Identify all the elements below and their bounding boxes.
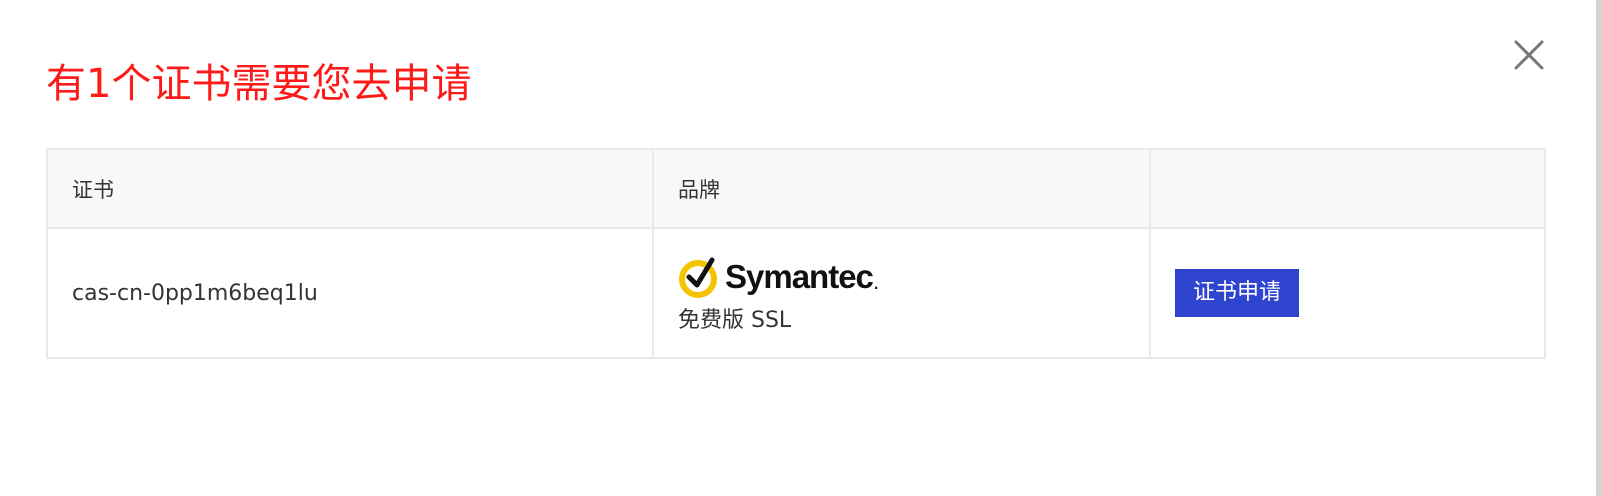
logo-dot: . [873,278,879,292]
brand-cell: Symantec . 免费版 SSL [652,227,1151,359]
scrollbar-edge [1596,0,1602,496]
brand-logo-text: Symantec [725,257,874,295]
certificate-table: 证书 品牌 cas-cn-0pp1m6beq1lu Symantec . 免费版… [46,148,1546,359]
certificate-id-cell: cas-cn-0pp1m6beq1lu [46,227,654,359]
certificate-dialog: 有1个证书需要您去申请 证书 品牌 cas-cn-0pp1m6beq1lu Sy… [0,0,1602,496]
dialog-title: 有1个证书需要您去申请 [46,61,472,107]
column-header-certificate: 证书 [46,148,654,229]
close-button[interactable] [1512,38,1546,72]
table-row: cas-cn-0pp1m6beq1lu Symantec . 免费版 SSL 证… [46,227,1546,359]
column-header-brand: 品牌 [652,148,1151,229]
check-circle-icon [679,257,717,298]
symantec-logo: Symantec . [678,254,1149,298]
column-header-action [1149,148,1546,229]
action-cell: 证书申请 [1149,227,1546,359]
close-icon [1514,40,1544,70]
apply-certificate-button[interactable]: 证书申请 [1175,269,1300,317]
brand-edition: 免费版 SSL [678,308,792,333]
certificate-id: cas-cn-0pp1m6beq1lu [72,280,318,306]
table-header-row: 证书 品牌 [46,148,1546,229]
